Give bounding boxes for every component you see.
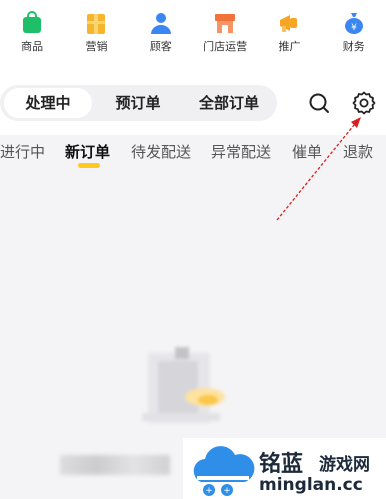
watermark-subtitle: 游戏网 <box>319 455 370 475</box>
watermark: + + 铭蓝 游戏网 minglan.cc <box>183 438 386 499</box>
empty-state-illustration <box>140 345 230 425</box>
svg-text:+: + <box>205 486 213 496</box>
watermark-url: minglan.cc <box>259 475 363 495</box>
watermark-brand: 铭蓝 <box>259 452 304 477</box>
empty-state-text <box>60 455 170 475</box>
cloud-logo-icon: + + <box>193 446 255 496</box>
svg-text:+: + <box>223 486 231 496</box>
